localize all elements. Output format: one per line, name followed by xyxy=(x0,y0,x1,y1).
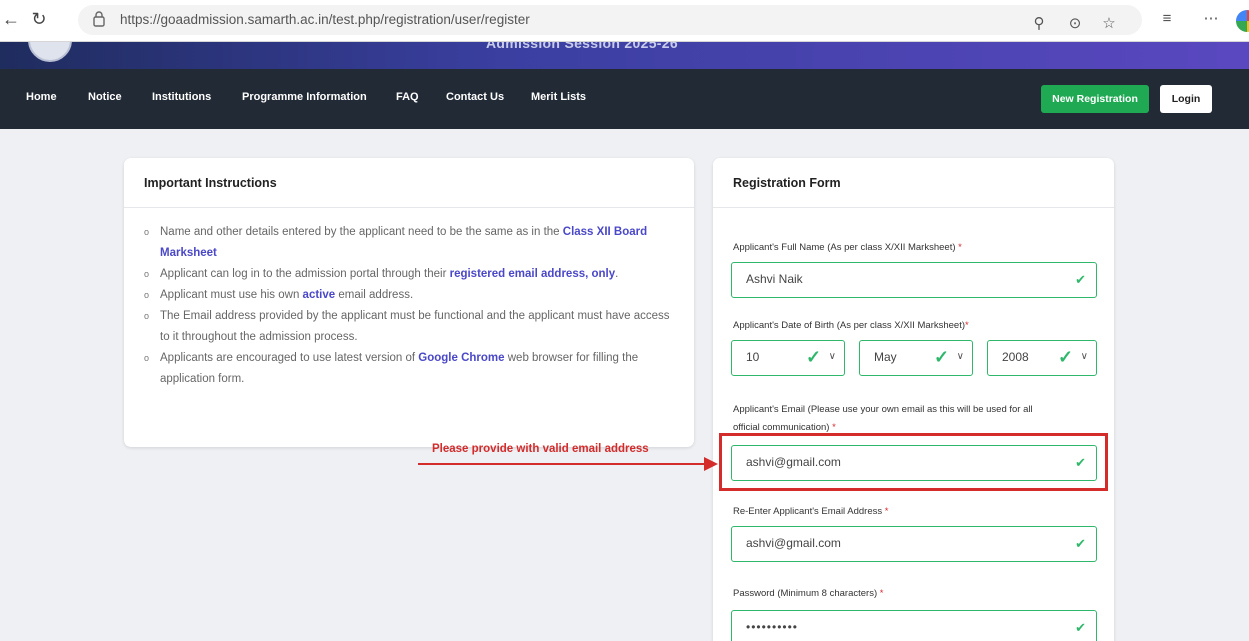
valid-check-icon: ✓ xyxy=(806,347,822,367)
site-header: Admission Session 2025-26 xyxy=(0,42,1249,69)
password-value: •••••••••• xyxy=(746,620,799,634)
chevron-down-icon: ∨ xyxy=(1080,351,1088,362)
chevron-down-icon: ∨ xyxy=(828,351,836,362)
full-name-label: Applicant's Full Name (As per class X/XI… xyxy=(733,242,962,253)
dob-month-value: May xyxy=(874,350,897,364)
dob-month-select[interactable]: May ✓ ∨ xyxy=(859,340,973,376)
full-name-field[interactable]: Ashvi Naik ✔ xyxy=(731,262,1097,298)
dob-day-value: 10 xyxy=(746,350,760,364)
more-icon[interactable]: ⋯ xyxy=(1200,8,1222,30)
instruction-item: Applicant must use his own active email … xyxy=(142,285,682,306)
refresh-icon[interactable]: ↻ xyxy=(28,8,50,30)
dob-label: Applicant's Date of Birth (As per class … xyxy=(733,320,969,331)
chevron-down-icon: ∨ xyxy=(956,351,964,362)
password-field[interactable]: •••••••••• ✔ xyxy=(731,610,1097,641)
favorite-star-icon[interactable]: ☆ xyxy=(1098,13,1120,35)
password-label: Password (Minimum 8 characters) * xyxy=(733,588,884,599)
valid-check-icon: ✓ xyxy=(1058,347,1074,367)
dob-year-select[interactable]: 2008 ✓ ∨ xyxy=(987,340,1097,376)
reenter-email-value: ashvi@gmail.com xyxy=(746,536,841,550)
instructions-card: Important Instructions Name and other de… xyxy=(124,158,694,447)
email-label-line2: official communication) * xyxy=(733,422,836,433)
dob-day-select[interactable]: 10 ✓ ∨ xyxy=(731,340,845,376)
nav-institutions[interactable]: Institutions xyxy=(152,91,211,103)
nav-notice[interactable]: Notice xyxy=(88,91,122,103)
back-arrow-icon[interactable]: ← xyxy=(2,9,20,29)
annotation-text: Please provide with valid email address xyxy=(432,443,649,455)
nav-faq[interactable]: FAQ xyxy=(396,91,419,103)
profile-icon[interactable] xyxy=(1236,10,1249,32)
instruction-item: Applicant can log in to the admission po… xyxy=(142,264,682,285)
annotation-arrow-head-icon xyxy=(704,457,718,471)
valid-check-icon: ✔ xyxy=(1075,272,1086,287)
instruction-item: Name and other details entered by the ap… xyxy=(142,222,682,264)
admission-session-title: Admission Session 2025-26 xyxy=(486,42,678,51)
reenter-email-field[interactable]: ashvi@gmail.com ✔ xyxy=(731,526,1097,562)
nav-programme-information[interactable]: Programme Information xyxy=(242,91,367,103)
instruction-item: The Email address provided by the applic… xyxy=(142,306,682,348)
instruction-item: Applicants are encouraged to use latest … xyxy=(142,348,682,390)
email-highlight-box xyxy=(719,433,1108,491)
registration-form-title: Registration Form xyxy=(733,176,841,190)
browser-toolbar: ← ↻ https://goaadmission.samarth.ac.in/t… xyxy=(0,0,1249,42)
url-text[interactable]: https://goaadmission.samarth.ac.in/test.… xyxy=(120,12,530,27)
instructions-list: Name and other details entered by the ap… xyxy=(142,222,682,390)
new-registration-button[interactable]: New Registration xyxy=(1041,85,1149,113)
instructions-card-header: Important Instructions xyxy=(124,158,694,208)
lock-icon xyxy=(93,11,105,27)
reenter-email-label: Re-Enter Applicant's Email Address * xyxy=(733,506,889,517)
email-label-line1: Applicant's Email (Please use your own e… xyxy=(733,404,1033,415)
registration-form-card: Registration Form Applicant's Full Name … xyxy=(713,158,1114,641)
annotation-arrow-line xyxy=(418,463,708,465)
registration-form-header: Registration Form xyxy=(713,158,1114,208)
nav-home[interactable]: Home xyxy=(26,91,57,103)
nav-merit-lists[interactable]: Merit Lists xyxy=(531,91,586,103)
nav-contact-us[interactable]: Contact Us xyxy=(446,91,504,103)
valid-check-icon: ✔ xyxy=(1075,620,1086,635)
valid-check-icon: ✔ xyxy=(1075,536,1086,551)
zoom-icon[interactable]: ⚲ xyxy=(1028,13,1050,35)
instructions-title: Important Instructions xyxy=(144,176,277,190)
collections-icon[interactable]: ≡ xyxy=(1156,8,1178,30)
address-bar[interactable]: https://goaadmission.samarth.ac.in/test.… xyxy=(78,5,1142,35)
valid-check-icon: ✓ xyxy=(934,347,950,367)
main-navbar: Home Notice Institutions Programme Infor… xyxy=(0,69,1249,129)
login-button[interactable]: Login xyxy=(1160,85,1212,113)
full-name-value: Ashvi Naik xyxy=(746,272,803,286)
university-logo xyxy=(28,42,72,62)
reader-icon[interactable]: ⊙ xyxy=(1064,13,1086,35)
dob-year-value: 2008 xyxy=(1002,350,1029,364)
